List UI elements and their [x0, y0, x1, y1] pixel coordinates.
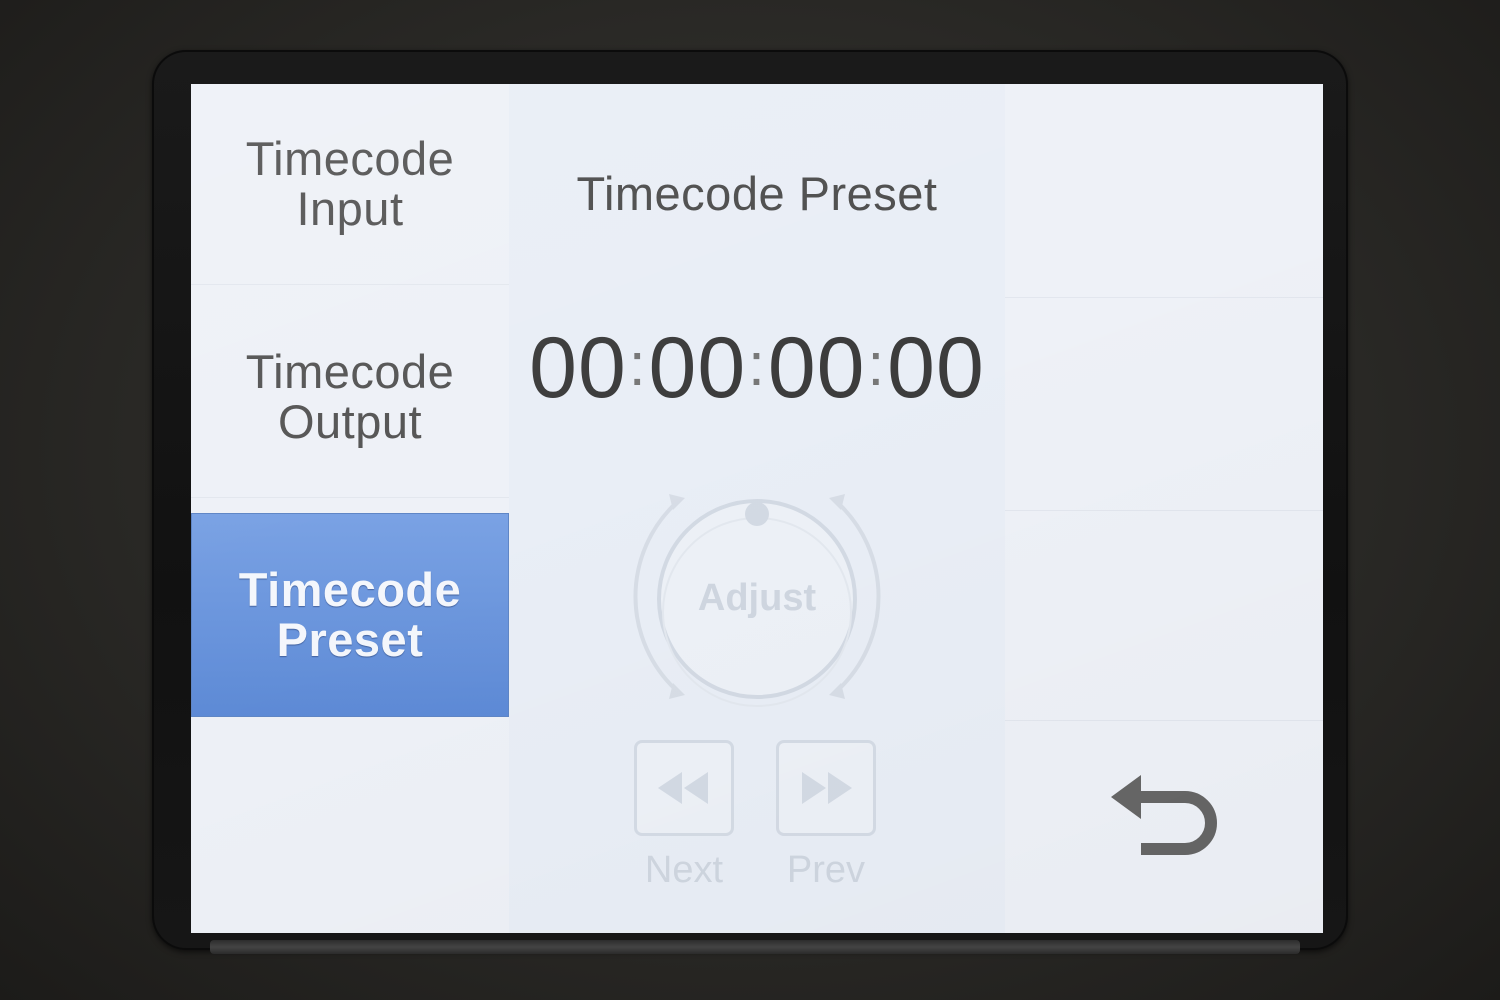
- menu-item-label: Timecode Input: [220, 134, 480, 234]
- adjust-label: Adjust: [697, 577, 817, 619]
- timecode-separator: :: [628, 331, 647, 398]
- menu-item-label: Timecode Output: [220, 347, 480, 447]
- menu-item-label-line2: Output: [277, 395, 423, 448]
- rewind-icon: [658, 772, 708, 804]
- back-arrow-icon: [1111, 775, 1217, 855]
- menu-item-label-line1: Timecode: [245, 132, 455, 185]
- page-title: Timecode Preset: [576, 167, 938, 220]
- right-panel: [1005, 84, 1323, 933]
- side-menu: Timecode Input Timecode Output Timecode …: [191, 84, 509, 933]
- back-button[interactable]: [1105, 764, 1225, 864]
- menu-item-label-line1: Timecode: [245, 345, 455, 398]
- menu-item-timecode-input[interactable]: Timecode Input: [191, 84, 509, 285]
- timecode-display[interactable]: 00:00:00:00: [509, 319, 1005, 418]
- fast-forward-icon: [802, 772, 852, 804]
- menu-item-label-line1: Timecode: [238, 563, 462, 616]
- adjust-dial[interactable]: Adjust: [617, 484, 897, 714]
- timecode-separator: :: [867, 331, 886, 398]
- menu-item-timecode-output[interactable]: Timecode Output: [191, 297, 509, 498]
- main-content: Timecode Preset 00:00:00:00 Adjust Next …: [509, 84, 1005, 933]
- row-divider: [1005, 720, 1323, 721]
- menu-item-label-line2: Input: [296, 182, 404, 235]
- prev-button[interactable]: [776, 740, 876, 836]
- timecode-frames: 00: [887, 320, 985, 416]
- menu-item-label-line2: Preset: [276, 613, 424, 666]
- next-label: Next: [644, 849, 724, 891]
- timecode-minutes: 00: [648, 320, 747, 416]
- menu-item-timecode-preset[interactable]: Timecode Preset: [191, 513, 509, 717]
- timecode-hours: 00: [529, 320, 627, 416]
- timecode-separator: :: [748, 331, 766, 398]
- next-button[interactable]: [634, 740, 734, 836]
- menu-item-label: Timecode Preset: [220, 565, 480, 665]
- lcd-screen: Timecode Input Timecode Output Timecode …: [191, 84, 1323, 933]
- bezel-lip: [210, 940, 1300, 954]
- timecode-seconds: 00: [767, 320, 866, 416]
- row-divider: [1005, 510, 1323, 511]
- prev-label: Prev: [786, 849, 866, 891]
- row-divider: [1005, 297, 1323, 298]
